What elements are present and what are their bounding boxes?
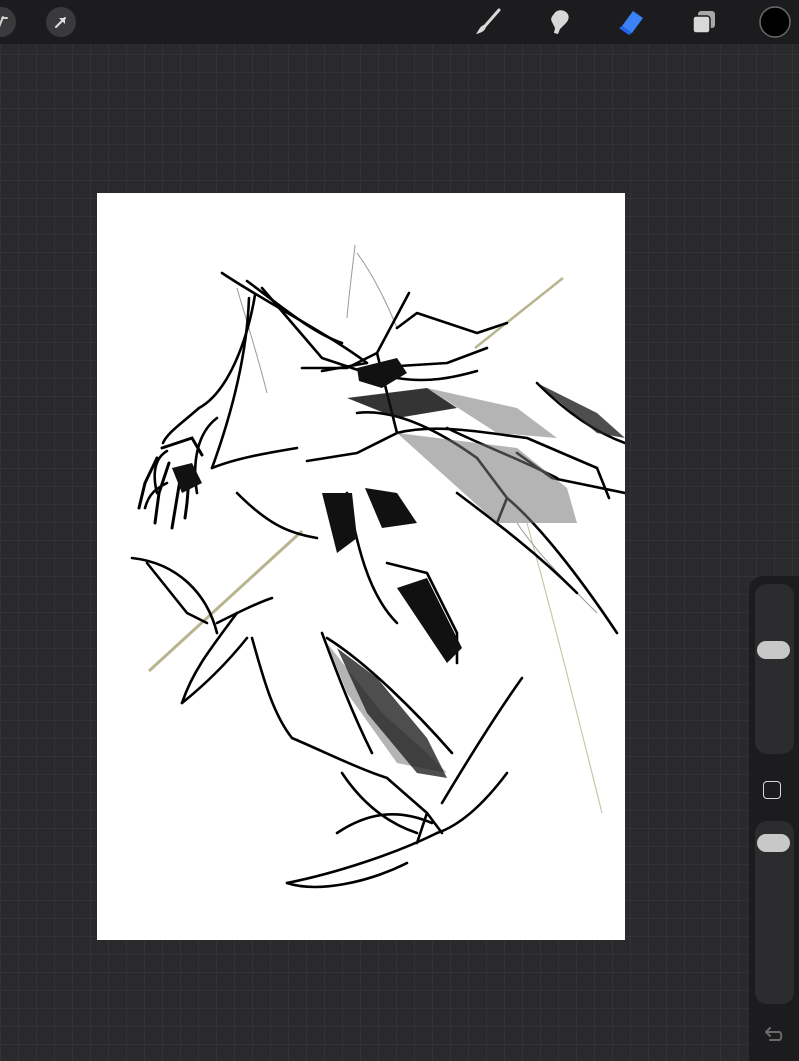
brush-button[interactable] (472, 6, 504, 38)
selection-button[interactable] (46, 7, 76, 37)
drawing-canvas[interactable] (97, 193, 625, 940)
top-toolbar (0, 0, 799, 44)
color-button[interactable] (758, 5, 792, 39)
right-sidebar (749, 576, 799, 1061)
opacity-slider[interactable] (755, 821, 794, 1004)
sketch-drawing (130, 244, 625, 889)
undo-button[interactable] (762, 1026, 784, 1051)
layers-button[interactable] (688, 6, 720, 38)
layers-icon (692, 11, 715, 34)
eraser-icon (619, 11, 643, 35)
brush-icon (476, 8, 501, 34)
selection-arrow-icon (55, 17, 66, 28)
modify-button[interactable] (763, 781, 781, 799)
brush-size-slider[interactable] (755, 584, 794, 754)
eraser-button[interactable] (615, 6, 647, 38)
smudge-button[interactable] (544, 6, 576, 38)
opacity-handle[interactable] (757, 834, 790, 852)
adjustments-button[interactable] (0, 7, 16, 37)
adjustments-icon (0, 16, 8, 28)
color-swatch-icon (759, 6, 791, 38)
smudge-icon (551, 10, 569, 34)
brush-size-handle[interactable] (757, 641, 790, 659)
undo-icon (765, 1027, 783, 1041)
